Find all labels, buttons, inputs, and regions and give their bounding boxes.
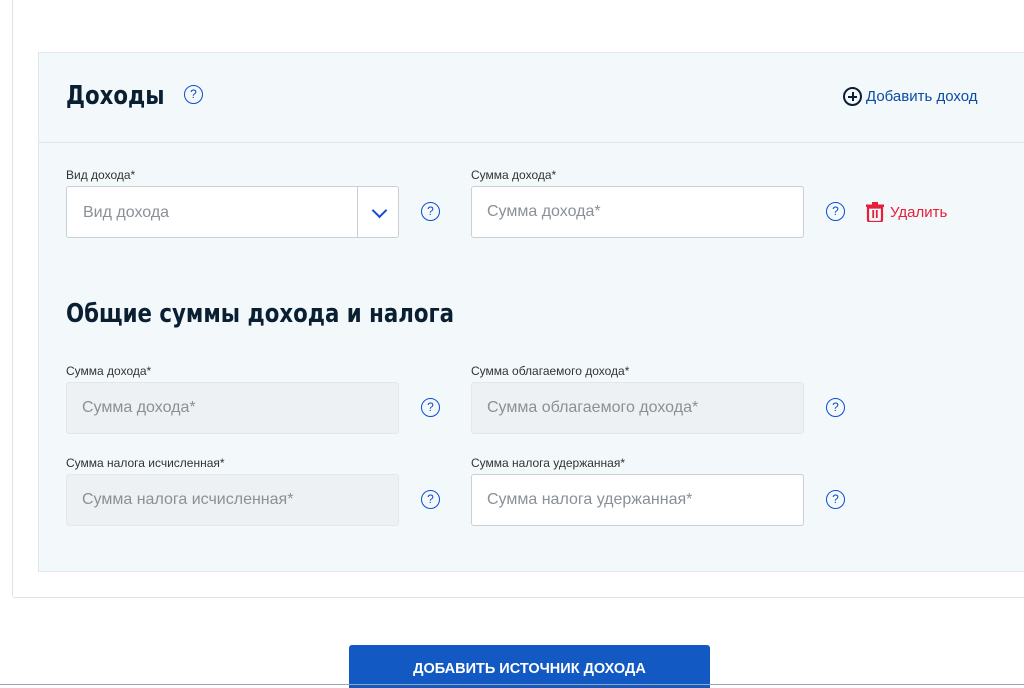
help-icon[interactable]: ?: [826, 398, 845, 417]
income-amount-label: Сумма дохода*: [471, 168, 557, 182]
help-icon[interactable]: ?: [421, 490, 440, 509]
divider: [0, 684, 1024, 685]
add-income-link[interactable]: Добавить доход: [843, 87, 977, 106]
tax-withheld-label: Сумма налога удержанная*: [471, 456, 626, 470]
income-sum-input: [66, 382, 399, 434]
taxable-input: [471, 382, 804, 434]
taxable-label: Сумма облагаемого дохода*: [471, 364, 630, 378]
help-icon[interactable]: ?: [421, 202, 440, 221]
help-icon[interactable]: ?: [826, 490, 845, 509]
help-icon[interactable]: ?: [421, 398, 440, 417]
tax-calc-input: [66, 474, 399, 526]
income-panel-header: Доходы ? Добавить доход: [39, 53, 1024, 143]
income-panel: Доходы ? Добавить доход Вид дохода* Вид …: [38, 52, 1024, 572]
add-income-source-button[interactable]: ДОБАВИТЬ ИСТОЧНИК ДОХОДА: [349, 645, 710, 688]
tax-withheld-input[interactable]: [471, 474, 804, 526]
income-title: Доходы: [66, 81, 165, 111]
trash-icon: [866, 202, 884, 222]
tax-calc-label: Сумма налога исчисленная*: [66, 456, 225, 470]
income-type-placeholder: Вид дохода: [83, 204, 170, 221]
delete-income-button[interactable]: Удалить: [866, 202, 947, 222]
add-income-label: Добавить доход: [866, 88, 978, 105]
select-divider: [357, 187, 358, 237]
income-type-select[interactable]: Вид дохода: [66, 186, 399, 238]
chevron-down-icon[interactable]: [371, 202, 388, 219]
help-icon[interactable]: ?: [826, 202, 845, 221]
totals-title: Общие суммы дохода и налога: [66, 299, 455, 329]
plus-circle-icon: [843, 87, 862, 106]
income-type-label: Вид дохода*: [66, 168, 136, 182]
income-sum-label: Сумма дохода*: [66, 364, 152, 378]
income-amount-input[interactable]: [471, 186, 804, 238]
delete-label: Удалить: [890, 203, 948, 221]
help-icon[interactable]: ?: [184, 85, 203, 104]
